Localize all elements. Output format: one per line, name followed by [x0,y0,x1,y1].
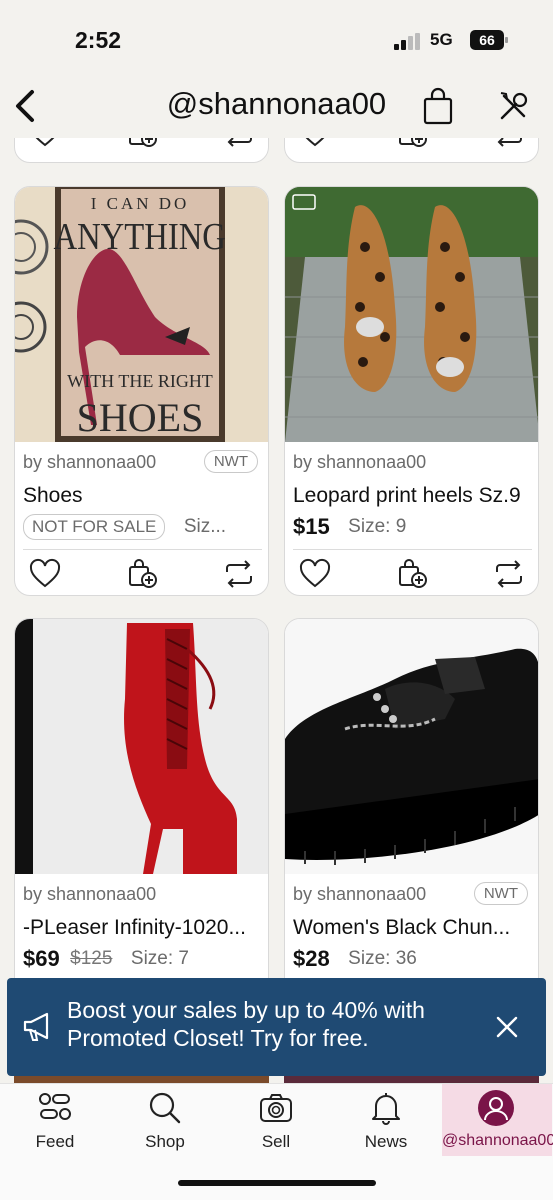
status-time: 2:52 [75,27,122,53]
bundle-icon[interactable] [397,138,429,149]
card-actions [15,558,268,595]
divider [23,549,262,550]
avatar [478,1090,514,1126]
price-row: $28 Size: 36 [293,946,533,976]
user-icon [484,1097,508,1121]
nav-label: Feed [35,1132,75,1151]
nav-label: @shannonaa00 [442,1132,553,1149]
listing-image-partial[interactable] [284,1076,539,1083]
listing-image[interactable] [15,619,268,874]
megaphone-icon [23,1012,49,1041]
black-shoe-image [285,619,538,874]
search-icon [149,1092,181,1124]
shopping-bag-icon[interactable] [420,86,456,126]
share-icon[interactable] [493,558,525,590]
nav-sell[interactable]: Sell [221,1084,331,1156]
nav-profile[interactable]: @shannonaa00 [442,1084,553,1156]
seller-name[interactable]: by shannonaa00 [293,452,426,473]
price: $69 [23,946,60,971]
seller-name[interactable]: by shannonaa00 [23,452,156,473]
nav-shop[interactable]: Shop [110,1084,220,1156]
shoes-poster-image: I CAN DO ANYTHING WITH THE RIGHT SHOES [15,187,268,442]
price-row: NOT FOR SALE Siz... [23,514,263,544]
price-row: $15 Size: 9 [293,514,533,544]
bundle-icon[interactable] [397,558,429,590]
seller-name[interactable]: by shannonaa00 [23,884,156,905]
size-label: Size: 36 [348,948,417,969]
nav-news[interactable]: News [331,1084,441,1156]
status-bar: 2:52 5G 66 [0,0,553,78]
card-actions [15,138,268,157]
nav-label: News [364,1132,408,1151]
svg-text:66: 66 [479,32,495,48]
page-title: @shannonaa00 [166,86,387,121]
listing-image-partial[interactable] [14,1076,269,1083]
bundle-icon[interactable] [127,558,159,590]
top-header: @shannonaa00 [0,78,553,138]
original-price: $125 [70,948,113,969]
size-label: Siz... [183,516,227,537]
not-for-sale-badge: NOT FOR SALE [23,514,166,540]
listing-title[interactable]: Women's Black Chun... [293,916,533,940]
divider [293,549,532,550]
seller-name[interactable]: by shannonaa00 [293,884,426,905]
home-indicator [178,1180,376,1186]
price-row: $69 $125 Size: 7 [23,946,263,976]
svg-text:SHOES: SHOES [77,395,204,440]
share-icon[interactable] [223,558,255,590]
battery-icon: 66 [470,30,508,50]
svg-text:ANYTHING: ANYTHING [54,215,226,258]
nwt-badge: NWT [473,882,528,905]
close-icon[interactable] [494,1014,520,1040]
leopard-heels-image [285,187,538,442]
nwt-badge: NWT [203,450,258,473]
promoted-closet-banner[interactable]: Boost your sales by up to 40% with Promo… [7,978,546,1076]
listing-image[interactable] [285,619,538,874]
listing-image[interactable]: I CAN DO ANYTHING WITH THE RIGHT SHOES [15,187,268,442]
listing-card[interactable]: by shannonaa00 -PLeaser Infinity-1020...… [14,618,269,1028]
size-label: Size: 9 [348,516,407,537]
promo-text: Boost your sales by up to 40% with Promo… [67,997,425,1051]
listing-card-partial[interactable] [284,138,539,163]
listing-card[interactable]: by shannonaa00 Leopard print heels Sz.9 … [284,186,539,596]
signal-icon [394,33,420,50]
heart-icon[interactable] [299,138,331,149]
listing-title[interactable]: Leopard print heels Sz.9 [293,484,533,508]
heart-icon[interactable] [299,558,331,590]
heart-icon[interactable] [29,558,61,590]
share-icon[interactable] [493,138,525,149]
card-actions [285,138,538,157]
listing-title[interactable]: Shoes [23,484,263,508]
svg-text:WITH THE RIGHT: WITH THE RIGHT [67,371,213,391]
size-label: Size: 7 [130,948,189,969]
camera-icon [260,1094,292,1122]
nav-label: Sell [261,1132,291,1151]
feed-icon [39,1093,71,1120]
listing-card[interactable]: by shannonaa00 NWT Women's Black Chun...… [284,618,539,1028]
card-actions [285,558,538,595]
bell-icon [372,1093,400,1125]
svg-text:I CAN DO: I CAN DO [91,194,190,213]
nav-feed[interactable]: Feed [0,1084,110,1156]
red-boot-image [15,619,268,874]
listing-image[interactable] [285,187,538,442]
listing-feed[interactable]: I CAN DO ANYTHING WITH THE RIGHT SHOES b… [0,138,553,1083]
listing-card[interactable]: I CAN DO ANYTHING WITH THE RIGHT SHOES b… [14,186,269,596]
tools-icon[interactable] [496,88,532,124]
nav-label: Shop [145,1132,185,1151]
price: $15 [293,514,330,539]
bundle-icon[interactable] [127,138,159,149]
network-label: 5G [430,30,453,49]
share-icon[interactable] [223,138,255,149]
listing-title[interactable]: -PLeaser Infinity-1020... [23,916,263,940]
listing-card-partial[interactable] [14,138,269,163]
heart-icon[interactable] [29,138,61,149]
price: $28 [293,946,330,971]
